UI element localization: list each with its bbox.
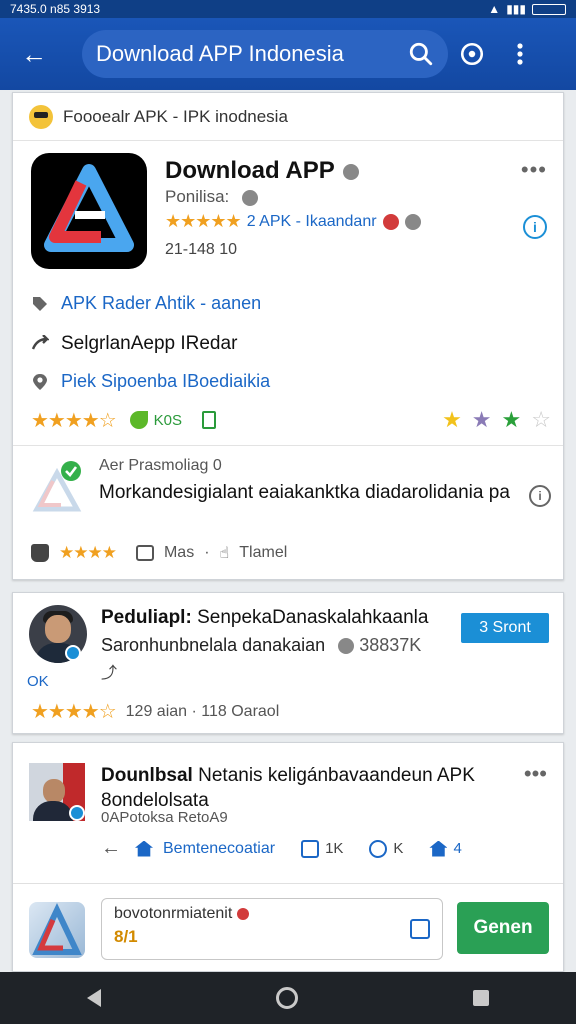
nav-back-icon[interactable] [87, 989, 102, 1007]
nav-recent-icon[interactable] [472, 990, 489, 1006]
globe-icon [342, 163, 359, 180]
target-icon[interactable] [448, 30, 496, 78]
color-stars[interactable]: ★ ★ ★ ☆ [442, 407, 551, 433]
verified-icon [69, 805, 85, 821]
search-bar[interactable]: Download APP Indonesia [82, 30, 448, 78]
comment-icon[interactable] [135, 545, 154, 561]
rating-stars: ★★★★★ [165, 211, 242, 231]
breadcrumb[interactable]: Foooealr APK - IPK inodnesia [13, 93, 563, 141]
thumbs-up-icon [301, 839, 320, 858]
submit-button[interactable]: Genen [457, 902, 549, 954]
review-text: Morkandesigialant eaiakanktka diadarolid… [99, 482, 510, 503]
search-icon[interactable] [408, 41, 434, 67]
verified-icon [404, 213, 421, 230]
divider [13, 445, 563, 446]
review-actions: ★★★★ Mas · ☝ Tlamel [31, 543, 287, 563]
review-author: Aer Prasmoliag 0 [99, 457, 222, 474]
like-icon[interactable]: ☝ [220, 543, 230, 563]
app-logo[interactable] [31, 153, 147, 269]
app-row-location[interactable]: Piek Sipoenba IBoediaikia [31, 371, 270, 392]
post-subtitle: Saronhunbnelala danakaian 38837K [101, 635, 422, 655]
avatar-icon [29, 104, 53, 129]
star-icon[interactable]: ★ [502, 407, 522, 433]
overflow-menu-icon[interactable] [496, 30, 544, 78]
news-card[interactable]: Dounlbsal Netanis keligánbavaandeun APK … [12, 742, 564, 972]
post-title: Peduliapl: SenpekaDanaskalahkaanla [101, 607, 429, 628]
app-numbers: 21-148 10 [165, 241, 238, 258]
document-icon[interactable] [202, 411, 217, 429]
verified-icon [65, 645, 81, 661]
input-value[interactable]: 8/1 [114, 927, 430, 947]
app-subtitle: Ponilisa: [165, 187, 258, 207]
news-title: Dounlbsal Netanis keligánbavaandeun APK … [101, 765, 475, 811]
post-rating: ★★★★☆ 129 aian · 118 Oaraol [31, 699, 279, 724]
home-icon[interactable] [135, 840, 153, 857]
badge-icon [382, 213, 399, 230]
star-icon[interactable]: ★ [472, 407, 492, 433]
reply-label[interactable]: Mas [164, 544, 194, 562]
comment-icon [369, 839, 388, 858]
more-options-icon[interactable]: ••• [524, 761, 547, 787]
comment-group[interactable]: K [369, 839, 403, 858]
arrow-left-icon[interactable]: ← [101, 837, 121, 860]
star-outline-icon[interactable]: ☆ [531, 407, 551, 433]
record-icon [236, 907, 249, 920]
globe-icon [338, 638, 355, 655]
battery-icon [532, 3, 566, 15]
rating-stars: ★★★★☆ [31, 701, 117, 723]
back-arrow-icon[interactable]: ← [10, 30, 58, 78]
news-actions: ← Bemtenecoatiar 1K K 4 [101, 837, 551, 860]
search-query[interactable]: Download APP Indonesia [96, 41, 408, 67]
system-nav-bar [0, 972, 576, 1024]
info-icon[interactable]: i [529, 485, 551, 507]
compose-bar: bovotonrmiatenit 8/1 Genen [13, 883, 563, 971]
like-group[interactable]: 1K [301, 839, 343, 858]
star-icon[interactable]: ★ [442, 407, 462, 433]
post-card[interactable]: OK Peduliapl: SenpekaDanaskalahkaanla Sa… [12, 592, 564, 734]
thumbs-up-icon[interactable] [31, 544, 49, 562]
app-rating: ★★★★★ 2 APK - Ikaandanr [165, 211, 421, 232]
review-avatar [32, 461, 82, 512]
app-logo[interactable] [29, 902, 85, 958]
nav-home-icon[interactable] [275, 987, 298, 1009]
status-text: 7435.0 n85 3913 [10, 2, 101, 16]
share-group[interactable]: 4 [429, 840, 462, 857]
dot-separator: · [204, 544, 210, 561]
app-bar: ← Download APP Indonesia [0, 18, 576, 90]
app-row-tag[interactable]: APK Rader Ahtik - aanen [31, 293, 261, 314]
location-icon [33, 373, 47, 390]
follower-count: 38837K [359, 635, 422, 655]
app-row-share[interactable]: SelgrlanAepp IRedar [31, 333, 237, 355]
share-icon[interactable]: ⤴ [101, 659, 117, 683]
wifi-icon: ▲ [488, 2, 501, 16]
input-placeholder: bovotonrmiatenit [114, 905, 430, 923]
share-icon [31, 335, 49, 350]
tag-icon [33, 296, 47, 311]
rating-text[interactable]: 2 APK - Ikaandanr [247, 213, 377, 231]
like-label[interactable]: Tlamel [239, 544, 287, 562]
kos-label: K0S [153, 411, 183, 429]
app-title: Download APP [165, 157, 359, 185]
rating-line: ★★★★☆ K0S ★ ★ ★ ☆ [31, 407, 551, 433]
comment-input[interactable]: bovotonrmiatenit 8/1 [101, 898, 443, 960]
leaf-icon [129, 411, 148, 429]
action-label[interactable]: Bemtenecoatiar [163, 840, 275, 858]
ok-label: OK [27, 673, 49, 690]
globe-icon [242, 189, 258, 206]
status-bar: 7435.0 n85 3913 ▲ ▮▮▮ [0, 0, 576, 18]
more-options-icon[interactable]: ••• [521, 157, 547, 183]
follow-button[interactable]: 3 Sront [461, 613, 549, 643]
breadcrumb-text: Foooealr APK - IPK inodnesia [63, 106, 288, 126]
info-icon[interactable]: i [523, 215, 547, 239]
app-detail-card: Foooealr APK - IPK inodnesia Download AP… [12, 92, 564, 580]
thumbs-up-icon[interactable] [410, 919, 430, 939]
bag-icon [429, 840, 448, 857]
review-stars: ★★★★ [59, 543, 117, 562]
news-subtitle: 0APotoksa RetoA9 [101, 809, 228, 826]
signal-icon: ▮▮▮ [506, 2, 526, 16]
rating-stars: ★★★★☆ [31, 409, 117, 432]
rating-text: 129 aian · 118 Oaraol [125, 702, 280, 720]
